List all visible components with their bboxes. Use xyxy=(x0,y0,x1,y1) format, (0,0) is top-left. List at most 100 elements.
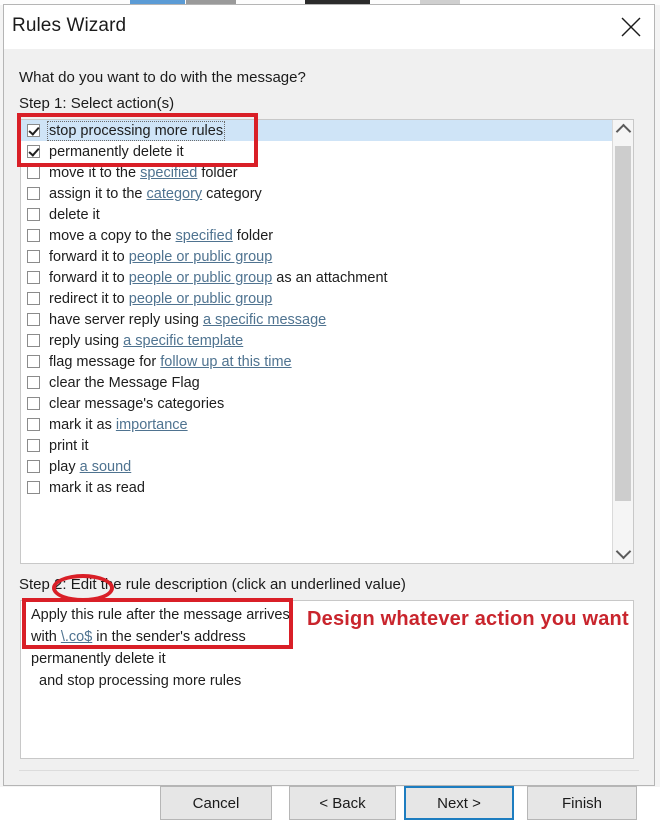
action-row[interactable]: clear the Message Flag xyxy=(21,372,612,393)
checkbox-icon[interactable] xyxy=(27,313,40,326)
action-value-link[interactable]: category xyxy=(147,186,203,202)
chevron-down-icon xyxy=(615,543,631,560)
description-line-3: permanently delete it xyxy=(31,651,166,667)
action-text: flag message for xyxy=(49,353,161,370)
action-row[interactable]: flag message for follow up at this time xyxy=(21,351,612,372)
checkbox-checked-icon[interactable] xyxy=(27,145,40,158)
checkbox-icon[interactable] xyxy=(27,439,40,452)
action-label: permanently delete it xyxy=(49,144,184,160)
checkbox-icon[interactable] xyxy=(27,250,40,263)
step2-label: Step 2: Edit the rule description (click… xyxy=(19,576,406,593)
action-value-link[interactable]: importance xyxy=(116,417,188,433)
action-label: have server reply using a specific messa… xyxy=(49,312,326,328)
footer-separator xyxy=(19,770,639,771)
action-text: assign it to the xyxy=(49,185,147,202)
checkbox-icon[interactable] xyxy=(27,187,40,200)
action-label: forward it to people or public group xyxy=(49,249,272,265)
action-row[interactable]: assign it to the category category xyxy=(21,183,612,204)
action-text: mark it as read xyxy=(49,479,145,496)
dialog-body: What do you want to do with the message?… xyxy=(4,49,654,820)
checkbox-icon[interactable] xyxy=(27,229,40,242)
action-label: stop processing more rules xyxy=(46,120,226,141)
description-line-2-prefix: with xyxy=(31,629,61,645)
action-label: assign it to the category category xyxy=(49,186,262,202)
scroll-up-button[interactable] xyxy=(613,120,633,140)
checkbox-icon[interactable] xyxy=(27,481,40,494)
action-row[interactable]: delete it xyxy=(21,204,612,225)
action-row[interactable]: move a copy to the specified folder xyxy=(21,225,612,246)
action-value-link[interactable]: people or public group xyxy=(129,270,273,286)
action-text: have server reply using xyxy=(49,311,203,328)
action-row[interactable]: play a sound xyxy=(21,456,612,477)
action-text: category xyxy=(202,185,262,202)
finish-button[interactable]: Finish xyxy=(527,786,637,820)
action-text: folder xyxy=(197,164,238,181)
action-text: reply using xyxy=(49,332,124,349)
action-row[interactable]: reply using a specific template xyxy=(21,330,612,351)
action-row[interactable]: move it to the specified folder xyxy=(21,162,612,183)
close-button[interactable] xyxy=(608,5,654,49)
action-label: play a sound xyxy=(49,459,131,475)
action-label: move a copy to the specified folder xyxy=(49,228,273,244)
question-text: What do you want to do with the message? xyxy=(19,69,306,86)
description-line-4: and stop processing more rules xyxy=(39,673,242,689)
action-value-link[interactable]: follow up at this time xyxy=(160,354,291,370)
actions-listbox[interactable]: stop processing more rules permanently de… xyxy=(20,119,634,564)
action-label: flag message for follow up at this time xyxy=(49,354,292,370)
action-value-link[interactable]: people or public group xyxy=(129,291,273,307)
checkbox-icon[interactable] xyxy=(27,334,40,347)
checkbox-icon[interactable] xyxy=(27,397,40,410)
action-value-link[interactable]: a specific message xyxy=(203,312,326,328)
action-text: folder xyxy=(232,227,274,244)
action-row[interactable]: forward it to people or public group xyxy=(21,246,612,267)
action-label: move it to the specified folder xyxy=(49,165,238,181)
description-line-2: with \.co$ in the sender's address xyxy=(31,629,246,645)
action-label: delete it xyxy=(49,207,100,223)
checkbox-icon[interactable] xyxy=(27,166,40,179)
action-row[interactable]: forward it to people or public group as … xyxy=(21,267,612,288)
action-label: mark it as importance xyxy=(49,417,188,433)
action-row[interactable]: stop processing more rules xyxy=(21,120,612,141)
checkbox-icon[interactable] xyxy=(27,355,40,368)
action-row[interactable]: permanently delete it xyxy=(21,141,612,162)
action-text: play xyxy=(49,458,80,475)
action-row[interactable]: mark it as read xyxy=(21,477,612,498)
dialog-title: Rules Wizard xyxy=(12,15,127,36)
action-row[interactable]: redirect it to people or public group xyxy=(21,288,612,309)
action-row[interactable]: print it xyxy=(21,435,612,456)
scrollbar-thumb[interactable] xyxy=(615,146,631,501)
action-row[interactable]: mark it as importance xyxy=(21,414,612,435)
next-button[interactable]: Next > xyxy=(404,786,514,820)
action-text: stop processing more rules xyxy=(49,122,224,139)
action-label: reply using a specific template xyxy=(49,333,243,349)
rules-wizard-dialog: Rules Wizard What do you want to do with… xyxy=(3,4,655,820)
action-text: move a copy to the xyxy=(49,227,176,244)
description-value-link[interactable]: \.co$ xyxy=(61,629,92,645)
action-value-link[interactable]: people or public group xyxy=(129,249,273,265)
action-value-link[interactable]: specified xyxy=(176,228,233,244)
checkbox-icon[interactable] xyxy=(27,460,40,473)
back-button[interactable]: < Back xyxy=(289,786,396,820)
action-value-link[interactable]: a specific template xyxy=(123,333,243,349)
action-value-link[interactable]: a sound xyxy=(80,459,132,475)
checkbox-icon[interactable] xyxy=(27,208,40,221)
action-row[interactable]: clear message's categories xyxy=(21,393,612,414)
action-value-link[interactable]: specified xyxy=(140,165,197,181)
cancel-button[interactable]: Cancel xyxy=(160,786,272,820)
annotation-caption: Design whatever action you want xyxy=(307,608,629,630)
checkbox-checked-icon[interactable] xyxy=(27,124,40,137)
action-label: print it xyxy=(49,438,89,454)
checkbox-icon[interactable] xyxy=(27,376,40,389)
description-line-2-suffix: in the sender's address xyxy=(92,629,246,645)
action-row[interactable]: have server reply using a specific messa… xyxy=(21,309,612,330)
actions-list[interactable]: stop processing more rules permanently de… xyxy=(21,120,612,563)
dialog-button-row: Cancel < Back Next > Finish xyxy=(4,786,656,820)
list-scrollbar[interactable] xyxy=(612,120,633,563)
checkbox-icon[interactable] xyxy=(27,271,40,284)
checkbox-icon[interactable] xyxy=(27,292,40,305)
scroll-down-button[interactable] xyxy=(613,543,633,563)
action-text: forward it to xyxy=(49,269,129,286)
dialog-titlebar: Rules Wizard xyxy=(4,5,654,50)
checkbox-icon[interactable] xyxy=(27,418,40,431)
action-text: redirect it to xyxy=(49,290,129,307)
